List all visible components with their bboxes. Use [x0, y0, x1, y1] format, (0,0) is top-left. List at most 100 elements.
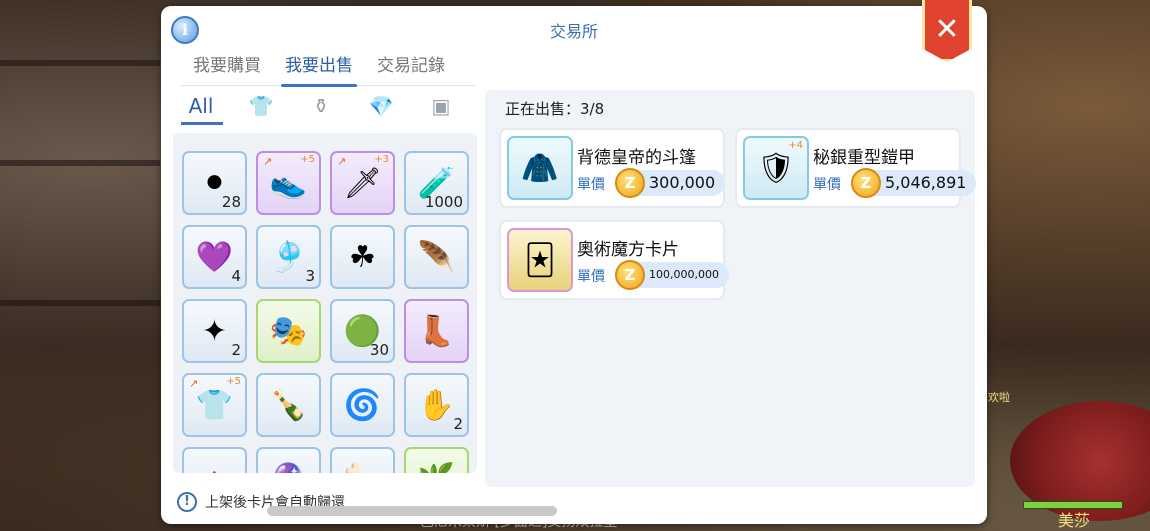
- background-plank: [0, 60, 160, 66]
- zeny-coin-icon: Z: [851, 168, 881, 198]
- item-quantity: 4: [231, 267, 241, 285]
- inventory-slot[interactable]: ☘: [330, 225, 395, 289]
- pink-shoes-icon: 👟: [269, 165, 308, 201]
- item-name: 秘銀重型鎧甲: [813, 148, 915, 168]
- feather-hook-icon: 🪶: [417, 239, 456, 275]
- inventory-panel: ⚫28👟↗+5🗡↗+3🧪1000💜4🎐3☘🪶✦2🎭🟢30👢👕↗+5🍾🌀✋2🔺🔮🦴…: [173, 133, 477, 473]
- price-value: 300,000: [649, 173, 716, 192]
- close-button[interactable]: ✕: [922, 0, 972, 62]
- category-card[interactable]: ▣: [411, 90, 471, 122]
- category-all[interactable]: All: [171, 90, 231, 125]
- selling-item-card[interactable]: 🛡 +4 秘銀重型鎧甲 單價 Z 5,046,891: [735, 128, 977, 208]
- exclamation-icon: !: [177, 492, 197, 512]
- armor-icon: 👕: [248, 94, 274, 118]
- zeny-coin-icon: Z: [615, 260, 645, 290]
- inventory-slot[interactable]: 🗡 ↗ +3: [330, 151, 395, 215]
- green-potion-icon: 🍾: [269, 387, 308, 423]
- item-name: 奧術魔方卡片: [577, 240, 679, 260]
- inventory-slot[interactable]: 🎐 3: [256, 225, 321, 289]
- armor-icon: 🛡 +4: [743, 136, 809, 200]
- inventory-grid: ⚫28👟↗+5🗡↗+3🧪1000💜4🎐3☘🪶✦2🎭🟢30👢👕↗+5🍾🌀✋2🔺🔮🦴…: [182, 151, 469, 473]
- category-potion[interactable]: ⚱: [291, 90, 351, 122]
- category-armor[interactable]: 👕: [231, 90, 291, 122]
- item-name: 背德皇帝的斗篷: [577, 148, 696, 168]
- selling-item-card[interactable]: 🃏 奧術魔方卡片 單價 Z 100,000,000: [499, 220, 729, 300]
- purple-heart-icon: 💜: [195, 239, 234, 275]
- panel-title: 交易所: [549, 22, 598, 41]
- refine-level: +3: [374, 154, 389, 165]
- inventory-slot[interactable]: ⚫ 28: [182, 151, 247, 215]
- zeny-coin-icon: Z: [615, 168, 645, 198]
- category-bar: All 👕 ⚱ 💎 ▣: [171, 90, 471, 125]
- cape-icon: 🧥: [507, 136, 573, 200]
- item-price: Z 5,046,891: [851, 168, 977, 198]
- exchange-panel: i 交易所 ✕ 我要購買 我要出售 交易記錄 All 👕 ⚱ 💎 ▣ ⚫ 28 👟 ↗…: [161, 0, 987, 524]
- glove-icon: ✋: [417, 387, 456, 423]
- inventory-slot[interactable]: ✋ 2: [404, 373, 469, 437]
- refine-level: +4: [788, 140, 803, 151]
- gem-icon: 💎: [368, 94, 394, 118]
- inventory-slot[interactable]: 🦴: [330, 447, 395, 473]
- clover-icon: ☘: [349, 239, 376, 275]
- category-gem[interactable]: 💎: [351, 90, 411, 122]
- purple-gem-icon: 🔮: [270, 462, 307, 474]
- unit-price-label: 單價: [577, 177, 605, 193]
- item-quantity: 2: [231, 341, 241, 359]
- card-icon: 🃏: [507, 228, 573, 292]
- item-quantity: 28: [221, 193, 241, 211]
- inventory-slot[interactable]: 🔮: [256, 447, 321, 473]
- crystal-icon: ✦: [201, 313, 228, 349]
- item-quantity: 2: [453, 415, 463, 433]
- inventory-slot[interactable]: ✦ 2: [182, 299, 247, 363]
- item-quantity: 30: [369, 341, 389, 359]
- green-item-icon: 🌿: [418, 462, 455, 474]
- unit-price-label: 單價: [813, 177, 841, 193]
- card-icon: ▣: [431, 94, 451, 118]
- inventory-slot[interactable]: 🔺: [182, 447, 247, 473]
- mask-icon: 🎭: [269, 313, 308, 349]
- inventory-slot[interactable]: 👕 ↗ +5: [182, 373, 247, 437]
- item-quantity: 3: [305, 267, 315, 285]
- red-gem-icon: 🔺: [196, 462, 233, 474]
- refine-level: +5: [226, 376, 241, 387]
- tab-bar: 我要購買 我要出售 交易記錄: [181, 46, 476, 87]
- close-icon: ✕: [934, 12, 960, 47]
- selling-item-card[interactable]: 🧥 背德皇帝的斗篷 單價 Z 300,000: [499, 128, 726, 208]
- tab-buy[interactable]: 我要購買: [181, 46, 273, 85]
- chat-fragment: 欢啦: [988, 391, 1010, 404]
- selling-count: 正在出售：3/8: [505, 100, 605, 118]
- inventory-slot[interactable]: 💜 4: [182, 225, 247, 289]
- price-value: 5,046,891: [885, 173, 967, 192]
- horn-icon: 🌀: [343, 387, 382, 423]
- item-quantity: 1000: [424, 193, 463, 211]
- inventory-slot[interactable]: 🧪 1000: [404, 151, 469, 215]
- inventory-slot[interactable]: 🌿: [404, 447, 469, 473]
- boots-icon: 👢: [417, 313, 456, 349]
- refine-level: +5: [300, 154, 315, 165]
- upgrade-arrow-icon: ↗: [337, 155, 347, 168]
- scroll-indicator[interactable]: [267, 506, 557, 516]
- inventory-slot[interactable]: 🌀: [330, 373, 395, 437]
- selling-panel: 正在出售：3/8 🧥 背德皇帝的斗篷 單價 Z 300,000 🛡 +4 秘銀重型…: [485, 90, 977, 487]
- inventory-slot[interactable]: 🟢 30: [330, 299, 395, 363]
- item-price: Z 300,000: [615, 168, 726, 198]
- item-price: Z 100,000,000: [615, 260, 729, 290]
- chainmail-icon: 👕: [195, 387, 234, 423]
- upgrade-arrow-icon: ↗: [189, 377, 199, 390]
- claws-icon: 🦴: [344, 462, 381, 474]
- inventory-slot[interactable]: 🪶: [404, 225, 469, 289]
- npc-name: 美莎: [1057, 511, 1090, 530]
- armor-glyph: 🛡: [756, 150, 796, 186]
- price-value: 100,000,000: [649, 268, 719, 281]
- background-plank: [0, 160, 160, 166]
- inventory-slot[interactable]: 🎭: [256, 299, 321, 363]
- inventory-slot[interactable]: 👢: [404, 299, 469, 363]
- potion-icon: ⚱: [312, 94, 330, 118]
- cape-icon: 🎐: [269, 239, 308, 275]
- inventory-slot[interactable]: 🍾: [256, 373, 321, 437]
- tab-history[interactable]: 交易記錄: [365, 46, 457, 85]
- background-plank: [0, 300, 160, 306]
- tab-sell[interactable]: 我要出售: [273, 46, 365, 87]
- inventory-slot[interactable]: 👟 ↗ +5: [256, 151, 321, 215]
- unit-price-label: 單價: [577, 269, 605, 285]
